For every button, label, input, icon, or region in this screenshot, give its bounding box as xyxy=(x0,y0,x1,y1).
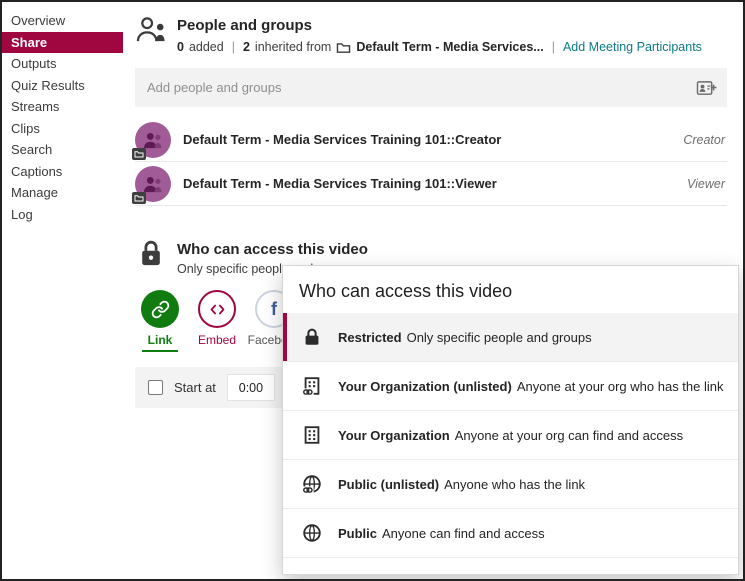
lock-icon xyxy=(300,325,324,349)
folder-badge-icon xyxy=(132,148,146,160)
option-text: Your Organization Anyone at your org can… xyxy=(338,428,683,443)
share-method-tabs: Link Embed f Facebook xyxy=(135,290,299,352)
added-label: added xyxy=(189,40,224,54)
inherited-source-link[interactable]: Default Term - Media Services... xyxy=(356,40,543,54)
active-tab-underline xyxy=(142,350,178,352)
option-text: Public Anyone can find and access xyxy=(338,526,545,541)
lock-icon xyxy=(138,238,164,274)
start-at-label: Start at xyxy=(174,380,216,395)
access-dropdown-panel: Who can access this video Restricted Onl… xyxy=(282,265,739,575)
tab-link[interactable]: Link xyxy=(135,290,185,352)
organization-icon xyxy=(300,423,324,447)
sidebar-item-quiz-results[interactable]: Quiz Results xyxy=(2,75,123,97)
option-public-unlisted[interactable]: Public (unlisted) Anyone who has the lin… xyxy=(283,460,738,509)
sidebar-item-overview[interactable]: Overview xyxy=(2,10,123,32)
option-label: Your Organization xyxy=(338,428,450,443)
option-restricted[interactable]: Restricted Only specific people and grou… xyxy=(283,313,738,362)
separator: | xyxy=(229,40,238,54)
start-at-time-input[interactable] xyxy=(227,374,275,401)
people-section-title: People and groups xyxy=(177,17,312,34)
sidebar-item-search[interactable]: Search xyxy=(2,139,123,161)
option-label: Restricted xyxy=(338,330,402,345)
start-at-checkbox[interactable] xyxy=(148,380,163,395)
inherited-count: 2 xyxy=(243,40,250,54)
folder-badge-icon xyxy=(132,192,146,204)
sidebar-item-streams[interactable]: Streams xyxy=(2,96,123,118)
globe-icon xyxy=(300,521,324,545)
entry-name: Default Term - Media Services Training 1… xyxy=(183,132,501,147)
add-people-input[interactable] xyxy=(135,68,727,107)
sidebar: Overview Share Outputs Quiz Results Stre… xyxy=(2,10,123,225)
entry-name: Default Term - Media Services Training 1… xyxy=(183,176,497,191)
option-description: Anyone can find and access xyxy=(382,526,545,541)
globe-link-icon xyxy=(300,472,324,496)
permission-entry-row[interactable]: Default Term - Media Services Training 1… xyxy=(135,162,727,206)
entry-role[interactable]: Creator xyxy=(683,133,727,147)
option-description: Anyone at your org can find and access xyxy=(455,428,683,443)
option-text: Public (unlisted) Anyone who has the lin… xyxy=(338,477,585,492)
group-avatar xyxy=(135,166,171,202)
sidebar-item-captions[interactable]: Captions xyxy=(2,161,123,183)
people-group-icon xyxy=(135,15,168,49)
group-avatar xyxy=(135,122,171,158)
option-description: Anyone at your org who has the link xyxy=(517,379,724,394)
option-label: Public xyxy=(338,526,377,541)
entry-role[interactable]: Viewer xyxy=(687,177,727,191)
added-count: 0 xyxy=(177,40,184,54)
option-text: Your Organization (unlisted) Anyone at y… xyxy=(338,379,724,394)
tab-label: Link xyxy=(148,333,173,347)
add-contact-icon[interactable] xyxy=(695,78,717,98)
option-label: Your Organization (unlisted) xyxy=(338,379,512,394)
add-meeting-participants-link[interactable]: Add Meeting Participants xyxy=(563,40,702,54)
folder-icon xyxy=(336,41,351,54)
organization-link-icon xyxy=(300,374,324,398)
option-public[interactable]: Public Anyone can find and access xyxy=(283,509,738,558)
option-your-organization[interactable]: Your Organization Anyone at your org can… xyxy=(283,411,738,460)
option-label: Public (unlisted) xyxy=(338,477,439,492)
sidebar-item-outputs[interactable]: Outputs xyxy=(2,53,123,75)
sidebar-item-manage[interactable]: Manage xyxy=(2,182,123,204)
inherited-label: inherited from xyxy=(255,40,331,54)
link-icon xyxy=(141,290,179,328)
option-text: Restricted Only specific people and grou… xyxy=(338,330,592,345)
dropdown-title: Who can access this video xyxy=(283,266,738,313)
permission-entry-row[interactable]: Default Term - Media Services Training 1… xyxy=(135,118,727,162)
share-settings-window: Overview Share Outputs Quiz Results Stre… xyxy=(0,0,745,581)
option-description: Anyone who has the link xyxy=(444,477,585,492)
tab-label: Embed xyxy=(198,333,236,347)
separator: | xyxy=(549,40,558,54)
sidebar-item-log[interactable]: Log xyxy=(2,204,123,226)
tab-embed[interactable]: Embed xyxy=(192,290,242,352)
option-your-organization-unlisted[interactable]: Your Organization (unlisted) Anyone at y… xyxy=(283,362,738,411)
sidebar-item-clips[interactable]: Clips xyxy=(2,118,123,140)
option-description: Only specific people and groups xyxy=(407,330,592,345)
embed-code-icon xyxy=(198,290,236,328)
permission-entries-list: Default Term - Media Services Training 1… xyxy=(135,118,727,206)
add-people-search xyxy=(135,68,727,107)
sidebar-item-share[interactable]: Share xyxy=(2,32,123,54)
people-meta-line: 0 added | 2 inherited from Default Term … xyxy=(177,40,702,54)
access-section-title: Who can access this video xyxy=(177,241,368,258)
